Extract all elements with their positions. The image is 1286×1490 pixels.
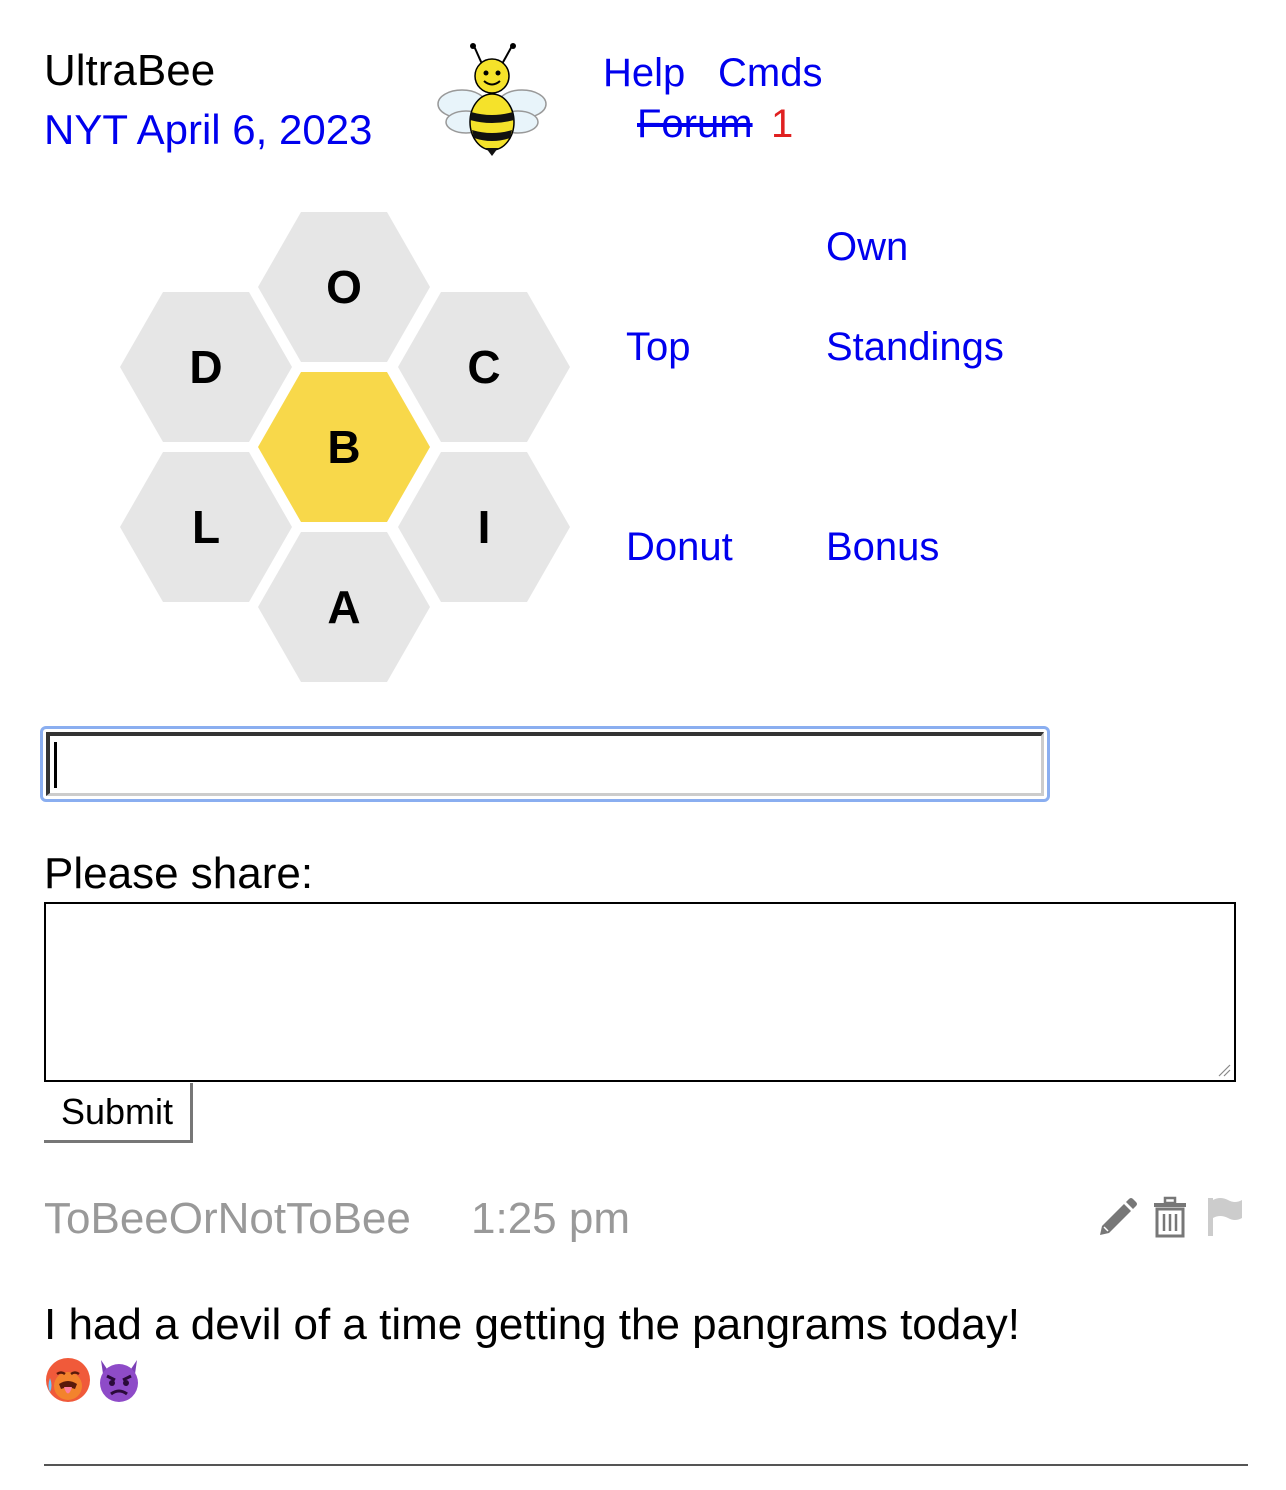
hex-letter-lower-right[interactable]: I: [398, 452, 570, 602]
flag-icon[interactable]: [1206, 1196, 1244, 1238]
angry-devil-emoji: [95, 1356, 143, 1404]
word-input-field[interactable]: [46, 732, 1044, 796]
own-link[interactable]: Own: [826, 222, 908, 272]
submit-button[interactable]: Submit: [44, 1083, 193, 1143]
hot-face-emoji: [44, 1356, 92, 1404]
hex-letter-upper-left[interactable]: D: [120, 292, 292, 442]
forum-link[interactable]: Forum: [637, 99, 753, 149]
top-link[interactable]: Top: [626, 322, 691, 372]
hex-letter-top[interactable]: O: [258, 212, 430, 362]
standings-link[interactable]: Standings: [826, 322, 1004, 372]
donut-link[interactable]: Donut: [626, 522, 733, 572]
share-textarea[interactable]: [44, 902, 1236, 1082]
share-label: Please share:: [44, 849, 314, 898]
letter-hive: O D C B L I A: [118, 208, 573, 686]
text-caret: [54, 742, 57, 788]
bonus-link[interactable]: Bonus: [826, 522, 939, 572]
bee-logo-icon: [436, 40, 548, 158]
word-input[interactable]: [40, 726, 1050, 802]
pencil-icon[interactable]: [1096, 1196, 1138, 1238]
post-text: I had a devil of a time getting the pang…: [44, 1300, 1020, 1349]
forum-count-badge: 1: [771, 102, 794, 146]
hex-letter-bottom[interactable]: A: [258, 532, 430, 682]
post-timestamp: 1:25 pm: [471, 1194, 630, 1243]
cmds-link[interactable]: Cmds: [718, 48, 822, 98]
app-title: UltraBee: [44, 46, 216, 95]
date-link[interactable]: NYT April 6, 2023: [44, 104, 372, 156]
divider: [44, 1464, 1248, 1466]
help-link[interactable]: Help: [603, 48, 685, 98]
post-username: ToBeeOrNotToBee: [44, 1194, 411, 1243]
resize-grip-icon[interactable]: [1217, 1063, 1231, 1077]
hex-letter-upper-right[interactable]: C: [398, 292, 570, 442]
hex-letter-center[interactable]: B: [258, 372, 430, 522]
hex-letter-lower-left[interactable]: L: [120, 452, 292, 602]
trash-icon[interactable]: [1152, 1196, 1188, 1238]
